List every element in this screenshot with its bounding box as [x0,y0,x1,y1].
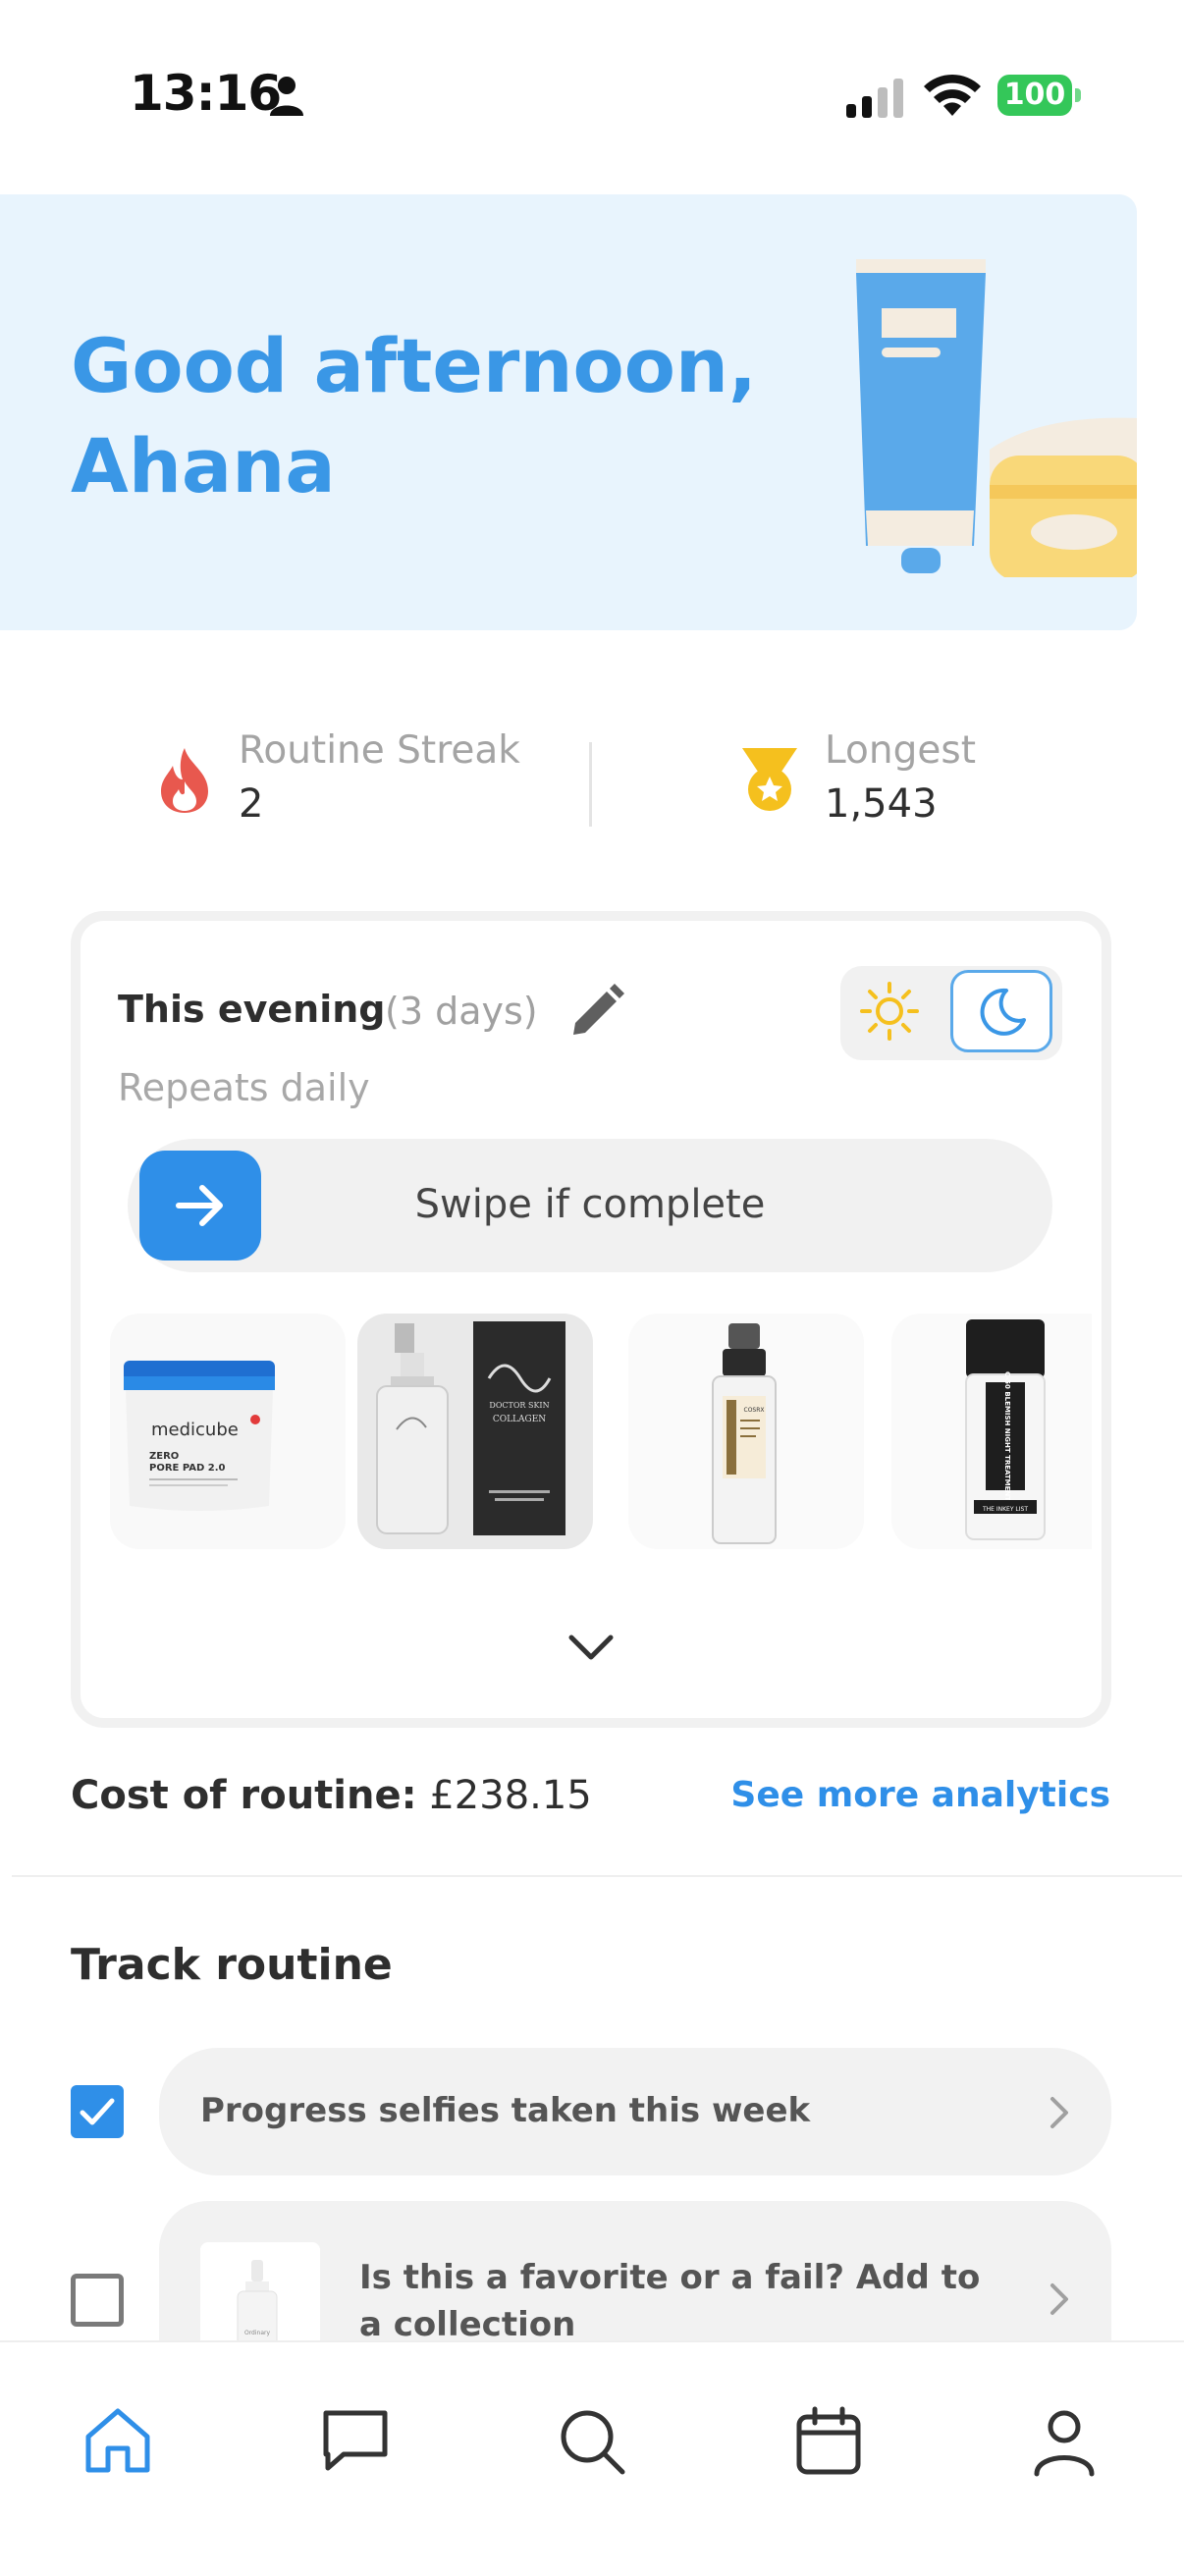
product-line1: ZERO [149,1451,179,1462]
greeting-banner: Good afternoon, Ahana [0,194,1137,630]
routine-card: This evening (3 days) Repeats daily Swip… [71,911,1111,1728]
product-carousel[interactable]: medicube ZERO PORE PAD 2.0 DOCTOR SKIN C… [110,1314,1092,1553]
track-routine-heading: Track routine [71,1940,393,1990]
track-item-label: Progress selfies taken this week [200,2091,811,2130]
home-icon[interactable] [81,2403,155,2478]
skincare-illustration [856,259,1137,577]
search-icon[interactable] [554,2403,628,2478]
cost-label: Cost of routine: [71,1773,417,1818]
morning-evening-toggle[interactable] [840,966,1062,1060]
streak-value: 2 [239,781,264,827]
product-c50-night-treatment[interactable]: C-50 BLEMISH NIGHT TREATMENT THE INKEY L… [891,1314,1092,1549]
product-name: COLLAGEN [493,1415,546,1424]
sun-icon[interactable] [858,980,921,1043]
status-time: 13:16 [130,65,282,122]
streak-label: Routine Streak [239,728,520,773]
product-image: DOCTOR SKIN COLLAGEN [376,1321,565,1535]
battery-icon: 100 [997,75,1082,116]
streak-stats: Routine Streak 2 Longest 1,543 [0,726,1184,844]
longest-label: Longest [825,728,976,773]
swipe-handle[interactable] [139,1151,261,1261]
product-line2: PORE PAD 2.0 [149,1463,226,1474]
routine-days: (3 days) [385,990,538,1033]
stats-divider [589,742,592,827]
edit-pencil-icon[interactable] [565,982,626,1043]
bottom-tab-bar [0,2340,1184,2576]
product-brand: THE INKEY LIST [982,1506,1028,1513]
product-collagen-serum[interactable]: DOCTOR SKIN COLLAGEN [357,1314,593,1549]
section-divider [12,1875,1182,1877]
product-brand: medicube [151,1420,239,1440]
chevron-right-icon [1050,2097,1068,2128]
product-brand: COSRX [744,1407,765,1414]
battery-level: 100 [997,75,1072,116]
evening-toggle-button[interactable] [950,970,1052,1052]
product-brand: DOCTOR SKIN [489,1401,549,1410]
selfies-checkbox[interactable] [71,2085,124,2138]
chevron-right-icon [1050,2283,1068,2315]
thumbnail-brand: Ordinary [244,2330,271,2336]
product-image: COSRX [712,1323,777,1544]
repeats-text: Repeats daily [118,1066,370,1109]
flame-icon [161,748,208,813]
profile-icon[interactable] [1027,2403,1102,2478]
medal-icon [742,748,797,811]
longest-value: 1,543 [825,781,938,827]
see-more-analytics-link[interactable]: See more analytics [730,1775,1110,1815]
swipe-label: Swipe if complete [414,1182,766,1227]
routine-cost: Cost of routine: £238.15 [71,1773,592,1818]
calendar-icon[interactable] [791,2403,866,2478]
product-name: C-50 BLEMISH NIGHT TREATMENT [1003,1371,1011,1501]
greeting-text: Good afternoon, Ahana [71,322,757,510]
person-icon [270,77,303,116]
wifi-icon [924,74,981,116]
swipe-to-complete-slider[interactable]: Swipe if complete [128,1139,1052,1272]
product-snail-essence[interactable]: COSRX [628,1314,864,1549]
checkmark-icon [80,2098,115,2125]
status-bar: 13:16 100 [0,0,1184,187]
collection-checkbox[interactable] [71,2274,124,2327]
product-image: C-50 BLEMISH NIGHT TREATMENT THE INKEY L… [965,1319,1046,1540]
moon-icon [980,988,1026,1036]
cost-value: £238.15 [429,1773,592,1818]
product-medicube-pore-pad[interactable]: medicube ZERO PORE PAD 2.0 [110,1314,346,1549]
chevron-down-icon[interactable] [562,1626,620,1669]
routine-title: This evening [118,988,386,1031]
track-item-label: Is this a favorite or a fail? Add to a c… [359,2258,981,2344]
track-item-progress-selfies[interactable]: Progress selfies taken this week [159,2048,1111,2175]
product-image: medicube ZERO PORE PAD 2.0 [124,1361,275,1511]
chat-icon[interactable] [318,2403,393,2478]
arrow-right-icon [176,1185,223,1226]
signal-icon [846,79,903,118]
